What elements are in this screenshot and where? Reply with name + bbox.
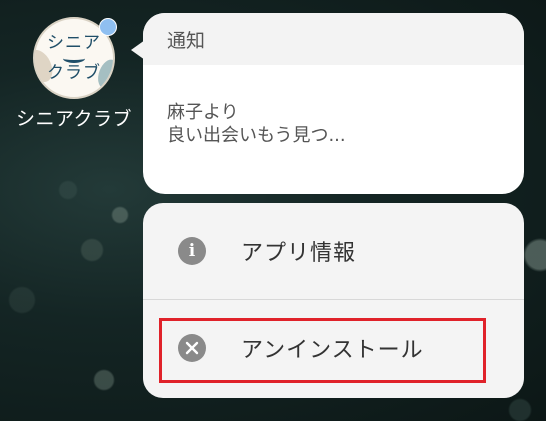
app-icon-text-bottom: クラブ bbox=[47, 62, 101, 83]
notification-badge-dot bbox=[99, 18, 117, 36]
app-label: シニアクラブ bbox=[15, 108, 133, 130]
notification-message: 良い出会いもう見つ... bbox=[167, 125, 346, 146]
notification-card[interactable]: 通知 麻子より 良い出会いもう見つ... bbox=[143, 13, 524, 194]
info-icon: i bbox=[178, 237, 206, 265]
notification-header-label: 通知 bbox=[167, 29, 206, 52]
app-info-label: アプリ情報 bbox=[241, 241, 357, 266]
mustache-icon bbox=[63, 54, 85, 63]
notification-sender: 麻子より bbox=[167, 102, 239, 123]
app-icon-text-top: シニア bbox=[47, 32, 101, 53]
notification-body: 麻子より 良い出会いもう見つ... bbox=[143, 65, 524, 147]
app-info-menu-item[interactable]: i アプリ情報 bbox=[143, 203, 524, 299]
highlight-annotation-box bbox=[159, 318, 486, 383]
notification-header: 通知 bbox=[143, 13, 524, 65]
